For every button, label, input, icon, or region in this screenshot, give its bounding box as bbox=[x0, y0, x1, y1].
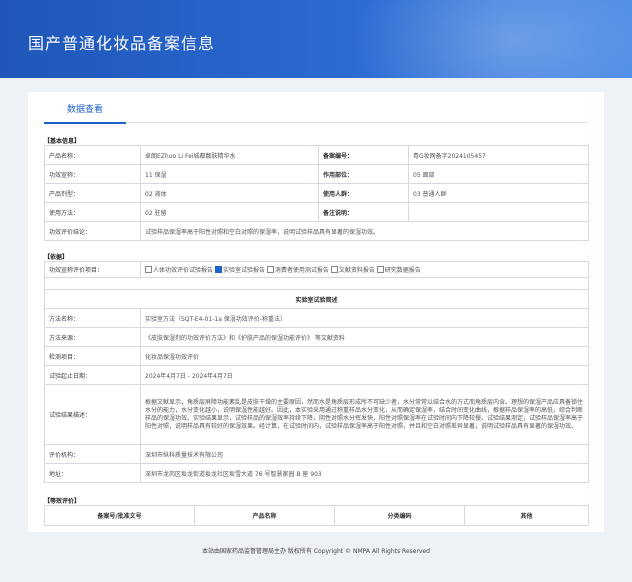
checkbox-group: 人体功效评价试验报告 实验室试验报告 消费者使用测试报告 文献资料报告 研究数据… bbox=[140, 261, 589, 278]
dates-label: 试验起止日期： bbox=[44, 365, 141, 385]
table-row bbox=[44, 277, 589, 290]
address-label: 地址： bbox=[44, 463, 141, 483]
form-label: 产品剂型： bbox=[44, 183, 141, 203]
org-label: 评价机构： bbox=[44, 444, 141, 464]
equivalent-table: 备案号/批准文号 产品名称 分类编码 其他 bbox=[44, 505, 589, 526]
org-value: 深圳市纵科质量技术有限公司 bbox=[140, 444, 589, 464]
form-value: 02 液体 bbox=[140, 183, 319, 203]
summary-title: 实验室试验简述 bbox=[44, 289, 589, 309]
table-row: 功效宣称： 11 保湿 作用部位： 05 面部 bbox=[44, 164, 589, 184]
site-value: 05 面部 bbox=[408, 164, 589, 184]
record-no-value: 粤G妆网备字2024105457 bbox=[408, 145, 589, 165]
table-row: 地址： 深圳市龙岗区坂龙街道坂龙社区坂雪大道 76 号智慧家园 B 座 903 bbox=[44, 463, 589, 483]
category-value: 11 保湿 bbox=[140, 164, 319, 184]
table-row: 功效评价结论： 试验样品保湿率高于阳性对照和空白对照的保湿率，说明试验样品具有显… bbox=[44, 221, 589, 241]
column-header: 其他 bbox=[464, 505, 589, 526]
test-item-value: 化妆品保湿功效评价 bbox=[140, 346, 589, 366]
column-header: 备案号/批准文号 bbox=[44, 505, 195, 526]
table-row: 评价机构： 深圳市纵科质量技术有限公司 bbox=[44, 444, 589, 464]
table-row: 使用方法： 02 驻留 备注说明： bbox=[44, 202, 589, 222]
basic-info-table: 产品名称： 卓朗EZhuo Li Fei城都靓肤精华水 备案编号： 粤G妆网备字… bbox=[44, 145, 589, 241]
section-title-evidence: 【依据】 bbox=[44, 254, 69, 261]
address-value: 深圳市龙岗区坂龙街道坂龙社区坂雪大道 76 号智慧家园 B 座 903 bbox=[140, 463, 589, 483]
section-title-basic: 【基本信息】 bbox=[44, 138, 81, 145]
table-row: 产品名称： 卓朗EZhuo Li Fei城都靓肤精华水 备案编号： 粤G妆网备字… bbox=[44, 145, 589, 165]
result-label: 试验结果描述： bbox=[44, 384, 141, 445]
table-header-row: 备案号/批准文号 产品名称 分类编码 其他 bbox=[44, 505, 589, 526]
test-item-label: 检测项目： bbox=[44, 346, 141, 366]
column-header: 产品名称 bbox=[194, 505, 335, 526]
note-value bbox=[408, 202, 589, 222]
checkbox-literature[interactable]: 文献资料报告 bbox=[330, 266, 375, 274]
method-source-label: 方法来源： bbox=[44, 327, 141, 347]
method-name-value: 实验室方法（SQT-E4-01-1a 保湿功效评价-称重法） bbox=[140, 308, 589, 328]
footer-copyright: 本站由国家药品监督管理局主办 版权所有 Copyright © NMPA All… bbox=[202, 548, 430, 555]
product-name-value: 卓朗EZhuo Li Fei城都靓肤精华水 bbox=[140, 145, 319, 165]
checkbox-lab-test[interactable]: 实验室试验报告 bbox=[214, 266, 265, 274]
checkbox-icon bbox=[266, 266, 274, 273]
table-row: 检测项目： 化妆品保湿功效评价 bbox=[44, 346, 589, 366]
table-row: 试验结果描述： 根据文献显示，角质层屏障功能紊乱是皮肤干燥的主要原因，然而水是角… bbox=[44, 384, 589, 445]
product-name-label: 产品名称： bbox=[44, 145, 141, 165]
table-row: 试验起止日期： 2024年4月7日 - 2024年4月7日 bbox=[44, 365, 589, 385]
section-title-equivalent: 【等效评价】 bbox=[44, 498, 81, 505]
users-value: 03 普通人群 bbox=[408, 183, 589, 203]
category-label: 功效宣称： bbox=[44, 164, 141, 184]
spacer-row bbox=[44, 277, 589, 290]
method-source-value: 《皮肤保湿剂的功效评价方法》和《护肤产品的保湿功能评价》 等文献资料 bbox=[140, 327, 589, 347]
checkbox-human-test[interactable]: 人体功效评价试验报告 bbox=[145, 266, 213, 274]
checkbox-checked-icon bbox=[214, 266, 222, 273]
banner-decoration bbox=[352, 0, 632, 78]
checkbox-research-data[interactable]: 研究数据报告 bbox=[376, 266, 421, 274]
column-header: 分类编码 bbox=[334, 505, 465, 526]
users-label: 使用人群： bbox=[318, 183, 409, 203]
tab-bar: 数据查看 bbox=[44, 100, 588, 124]
checkbox-icon bbox=[330, 266, 338, 273]
table-row: 产品剂型： 02 液体 使用人群： 03 普通人群 bbox=[44, 183, 589, 203]
note-label: 备注说明： bbox=[318, 202, 409, 222]
conclusion-value: 试验样品保湿率高于阳性对照和空白对照的保湿率，说明试验样品具有显著的保湿功效。 bbox=[140, 221, 589, 241]
result-value: 根据文献显示，角质层屏障功能紊乱是皮肤干燥的主要原因，然而水是角质层形成所不可缺… bbox=[140, 384, 589, 445]
checkbox-icon bbox=[145, 266, 152, 273]
items-label: 功效宣称评价项目： bbox=[44, 261, 141, 278]
dates-value: 2024年4月7日 - 2024年4月7日 bbox=[140, 365, 589, 385]
record-no-label: 备案编号： bbox=[318, 145, 409, 165]
method-value: 02 驻留 bbox=[140, 202, 319, 222]
checkbox-consumer-test[interactable]: 消费者使用测试报告 bbox=[266, 266, 329, 274]
checkbox-icon bbox=[376, 266, 384, 273]
table-row: 方法名称： 实验室方法（SQT-E4-01-1a 保湿功效评价-称重法） bbox=[44, 308, 589, 328]
table-row: 实验室试验简述 bbox=[44, 289, 589, 309]
page-title: 国产普通化妆品备案信息 bbox=[28, 34, 216, 53]
evidence-table: 功效宣称评价项目： 人体功效评价试验报告 实验室试验报告 消费者使用测试报告 文… bbox=[44, 261, 589, 483]
tab-data-view[interactable]: 数据查看 bbox=[44, 100, 126, 124]
table-row: 功效宣称评价项目： 人体功效评价试验报告 实验室试验报告 消费者使用测试报告 文… bbox=[44, 261, 589, 278]
method-name-label: 方法名称： bbox=[44, 308, 141, 328]
table-row: 方法来源： 《皮肤保湿剂的功效评价方法》和《护肤产品的保湿功能评价》 等文献资料 bbox=[44, 327, 589, 347]
site-label: 作用部位： bbox=[318, 164, 409, 184]
method-label: 使用方法： bbox=[44, 202, 141, 222]
conclusion-label: 功效评价结论： bbox=[44, 221, 141, 241]
content-panel: 数据查看 【基本信息】 产品名称： 卓朗EZhuo Li Fei城都靓肤精华水 … bbox=[28, 92, 604, 532]
header-banner: 国产普通化妆品备案信息 bbox=[0, 0, 632, 78]
